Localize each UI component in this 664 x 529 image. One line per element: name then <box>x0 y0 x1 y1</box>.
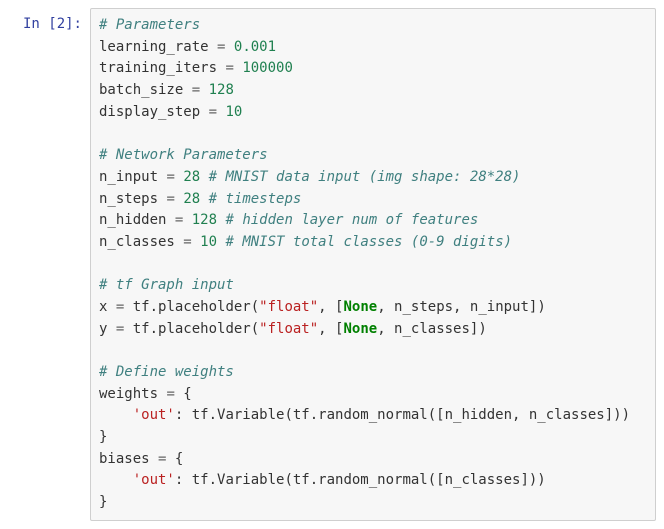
number: 128 <box>192 212 217 228</box>
number: 28 <box>183 191 200 207</box>
code-text <box>200 169 208 185</box>
cell-input-area[interactable]: # Parameters learning_rate = 0.001 train… <box>90 8 656 521</box>
code-text: n_hidden <box>99 212 175 228</box>
comment: # MNIST total classes (0-9 digits) <box>225 234 512 250</box>
operator: = <box>166 191 174 207</box>
string: 'out' <box>133 472 175 488</box>
number: 28 <box>183 169 200 185</box>
string: "float" <box>259 299 318 315</box>
keyword-none: None <box>343 321 377 337</box>
code-text: learning_rate <box>99 39 217 55</box>
operator: = <box>225 60 233 76</box>
comment: # tf Graph input <box>99 277 234 293</box>
code-text: biases <box>99 451 158 467</box>
operator: = <box>183 234 191 250</box>
comment: # hidden layer num of features <box>225 212 478 228</box>
code-text: , [ <box>318 299 343 315</box>
string: "float" <box>259 321 318 337</box>
number: 128 <box>209 82 234 98</box>
code-block: # Parameters learning_rate = 0.001 train… <box>99 15 647 514</box>
code-text: n_classes <box>99 234 183 250</box>
number: 10 <box>225 104 242 120</box>
code-text: tf.placeholder( <box>124 321 259 337</box>
operator: = <box>192 82 200 98</box>
comment: # MNIST data input (img shape: 28*28) <box>209 169 521 185</box>
operator: = <box>166 386 174 402</box>
code-text: { <box>166 451 183 467</box>
code-text: , n_steps, n_input]) <box>377 299 546 315</box>
code-text: } <box>99 494 107 510</box>
comment: # timesteps <box>209 191 302 207</box>
number: 0.001 <box>234 39 276 55</box>
code-text: training_iters <box>99 60 225 76</box>
code-text: tf.placeholder( <box>124 299 259 315</box>
notebook-cell: In [2]: # Parameters learning_rate = 0.0… <box>8 8 656 521</box>
code-text: batch_size <box>99 82 192 98</box>
keyword-none: None <box>343 299 377 315</box>
code-text: , [ <box>318 321 343 337</box>
code-text <box>183 212 191 228</box>
comment: # Define weights <box>99 364 234 380</box>
comment: # Parameters <box>99 17 200 33</box>
code-text: , n_classes]) <box>377 321 487 337</box>
code-text <box>192 234 200 250</box>
code-text: x <box>99 299 116 315</box>
code-text: y <box>99 321 116 337</box>
indent <box>99 407 133 423</box>
code-text: } <box>99 429 107 445</box>
indent <box>99 472 133 488</box>
number: 10 <box>200 234 217 250</box>
string: 'out' <box>133 407 175 423</box>
code-text <box>200 191 208 207</box>
cell-prompt: In [2]: <box>8 8 90 35</box>
code-text: weights <box>99 386 166 402</box>
code-text: n_steps <box>99 191 166 207</box>
code-text: : tf.Variable(tf.random_normal([n_classe… <box>175 472 546 488</box>
code-text <box>200 82 208 98</box>
code-text: n_input <box>99 169 166 185</box>
code-text: : tf.Variable(tf.random_normal([n_hidden… <box>175 407 630 423</box>
operator: = <box>209 104 217 120</box>
code-text: display_step <box>99 104 209 120</box>
code-text: { <box>175 386 192 402</box>
code-text <box>225 39 233 55</box>
number: 100000 <box>242 60 293 76</box>
comment: # Network Parameters <box>99 147 268 163</box>
operator: = <box>166 169 174 185</box>
